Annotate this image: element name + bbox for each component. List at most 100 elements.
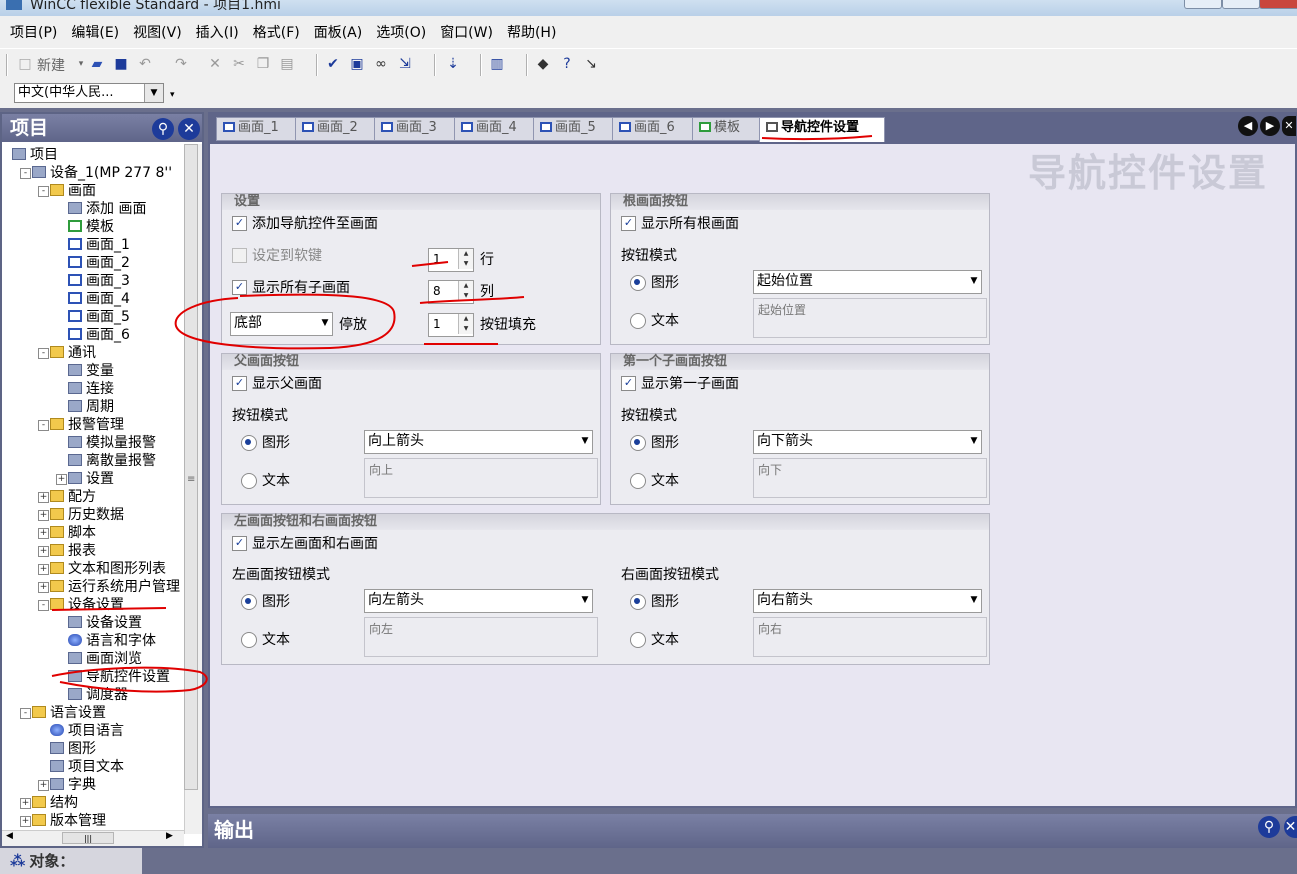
tab-screen-1[interactable]: 画面_1 — [216, 117, 299, 141]
tab-screen-5[interactable]: 画面_5 — [533, 117, 616, 141]
menu-window[interactable]: 窗口(W) — [433, 22, 500, 42]
expand-icon[interactable]: + — [56, 474, 67, 485]
tree-item[interactable]: 版本管理 — [32, 812, 106, 830]
tree-item[interactable]: 画面_1 — [68, 236, 130, 254]
add-nav-checkbox[interactable]: ✓ — [232, 216, 247, 231]
save-icon[interactable]: ■ — [112, 55, 130, 73]
cols-spinner[interactable]: 8 ▲ ▼ — [428, 280, 474, 304]
expand-icon[interactable]: + — [38, 510, 49, 521]
tree-item[interactable]: 运行系统用户管理 — [50, 578, 180, 596]
collapse-icon[interactable]: - — [38, 186, 49, 197]
tab-template[interactable]: 模板 — [692, 117, 762, 141]
parent-text-field[interactable]: 向上 — [364, 458, 598, 498]
tree-item[interactable]: 文本和图形列表 — [50, 560, 166, 578]
tree-item[interactable]: 画面 — [50, 182, 96, 200]
tree-item[interactable]: 模拟量报警 — [68, 434, 156, 452]
chevron-down-icon[interactable]: ▼ — [318, 313, 332, 333]
menu-faceplates[interactable]: 面板(A) — [307, 22, 370, 42]
menu-options[interactable]: 选项(O) — [369, 22, 433, 42]
tree-item[interactable]: 语言设置 — [32, 704, 106, 722]
menu-insert[interactable]: 插入(I) — [189, 22, 246, 42]
tree-item[interactable]: 项目 — [12, 146, 58, 164]
tab-screen-3[interactable]: 画面_3 — [374, 117, 458, 141]
spinner-arrows-icon[interactable]: ▲ ▼ — [458, 281, 473, 301]
paste-icon[interactable]: ▤ — [278, 55, 296, 73]
parent-graphic-select[interactable]: 向上箭头 ▼ — [364, 430, 593, 454]
scroll-left-icon[interactable]: ◀ — [6, 831, 13, 841]
delete-icon[interactable]: ✕ — [206, 55, 224, 73]
root-graphic-radio[interactable] — [630, 275, 646, 291]
expand-icon[interactable]: + — [38, 582, 49, 593]
tree-item[interactable]: 变量 — [68, 362, 114, 380]
expand-icon[interactable]: + — [38, 546, 49, 557]
expand-icon[interactable]: + — [20, 798, 31, 809]
show-parent-checkbox[interactable]: ✓ — [232, 376, 247, 391]
tree-item[interactable]: 通讯 — [50, 344, 96, 362]
tree-item[interactable]: 历史数据 — [50, 506, 124, 524]
root-text-radio[interactable] — [630, 313, 646, 329]
collapse-icon[interactable]: - — [38, 600, 49, 611]
undo-icon[interactable]: ↶ — [136, 55, 154, 73]
toolbar-overflow-icon[interactable]: ▾ — [170, 90, 175, 100]
tab-next-icon[interactable]: ▶ — [1260, 116, 1280, 136]
tree-item[interactable]: 语言和字体 — [68, 632, 156, 650]
rows-spinner[interactable]: 1 ▲ ▼ — [428, 248, 474, 272]
tree-item[interactable]: 周期 — [68, 398, 114, 416]
collapse-icon[interactable]: - — [20, 168, 31, 179]
maximize-button[interactable] — [1222, 0, 1260, 9]
dock-select[interactable]: 底部 ▼ — [230, 312, 333, 336]
help-icon[interactable]: ? — [558, 55, 576, 73]
expand-icon[interactable]: + — [38, 528, 49, 539]
minimize-button[interactable] — [1184, 0, 1222, 9]
tree-item[interactable]: 结构 — [32, 794, 78, 812]
menu-format[interactable]: 格式(F) — [246, 22, 307, 42]
menu-edit[interactable]: 编辑(E) — [64, 22, 126, 42]
tree-item[interactable]: 调度器 — [68, 686, 128, 704]
close-pane-icon[interactable]: ✕ — [178, 118, 200, 140]
first-child-text-radio[interactable] — [630, 473, 646, 489]
scrollbar-thumb[interactable] — [184, 144, 198, 790]
tab-close-icon[interactable]: ✕ — [1282, 116, 1296, 136]
h-scrollbar-thumb[interactable]: ||| — [62, 832, 114, 844]
menu-view[interactable]: 视图(V) — [126, 22, 189, 42]
tree-item[interactable]: 设备设置 — [68, 614, 142, 632]
expand-icon[interactable]: + — [20, 816, 31, 827]
tree-item[interactable]: 画面_2 — [68, 254, 130, 272]
tree-horizontal-scrollbar[interactable]: ◀ ||| ▶ — [2, 830, 184, 846]
tree-item[interactable]: 报表 — [50, 542, 96, 560]
tab-screen-2[interactable]: 画面_2 — [295, 117, 378, 141]
tree-item[interactable]: 导航控件设置 — [68, 668, 170, 686]
transfer-icon[interactable]: ⇲ — [396, 55, 414, 73]
scroll-right-icon[interactable]: ▶ — [166, 831, 173, 841]
tree-item[interactable]: 项目语言 — [50, 722, 124, 740]
tree-item[interactable]: 字典 — [50, 776, 96, 794]
spinner-arrows-icon[interactable]: ▲ ▼ — [458, 314, 473, 334]
collapse-icon[interactable]: - — [38, 420, 49, 431]
pin-icon[interactable]: ⚲ — [152, 118, 174, 140]
chevron-down-icon[interactable]: ▼ — [144, 84, 163, 102]
collapse-icon[interactable]: - — [20, 708, 31, 719]
tree-item[interactable]: 画面_4 — [68, 290, 130, 308]
parent-graphic-radio[interactable] — [241, 435, 257, 451]
show-first-child-checkbox[interactable]: ✓ — [621, 376, 636, 391]
language-select[interactable]: 中文(中华人民... ▼ — [14, 83, 164, 103]
left-text-radio[interactable] — [241, 632, 257, 648]
new-icon[interactable]: □ — [16, 55, 34, 73]
library-icon[interactable]: ▥ — [488, 55, 506, 73]
right-text-field[interactable]: 向右 — [753, 617, 987, 657]
chevron-down-icon[interactable]: ▼ — [578, 590, 592, 610]
root-text-field[interactable]: 起始位置 — [753, 298, 987, 338]
download-icon[interactable]: ⇣ — [444, 55, 462, 73]
new-button[interactable]: 新建 — [37, 55, 65, 75]
show-left-right-checkbox[interactable]: ✓ — [232, 536, 247, 551]
show-root-checkbox[interactable]: ✓ — [621, 216, 636, 231]
tab-nav-settings[interactable]: 导航控件设置 — [759, 117, 885, 142]
pin-icon[interactable]: ⚲ — [1258, 816, 1280, 838]
root-graphic-select[interactable]: 起始位置 ▼ — [753, 270, 982, 294]
tree-item[interactable]: 项目文本 — [50, 758, 124, 776]
first-child-graphic-select[interactable]: 向下箭头 ▼ — [753, 430, 982, 454]
redo-icon[interactable]: ↷ — [172, 55, 190, 73]
tree-item[interactable]: 图形 — [50, 740, 96, 758]
menu-project[interactable]: 项目(P) — [0, 22, 64, 42]
tree-item[interactable]: 配方 — [50, 488, 96, 506]
